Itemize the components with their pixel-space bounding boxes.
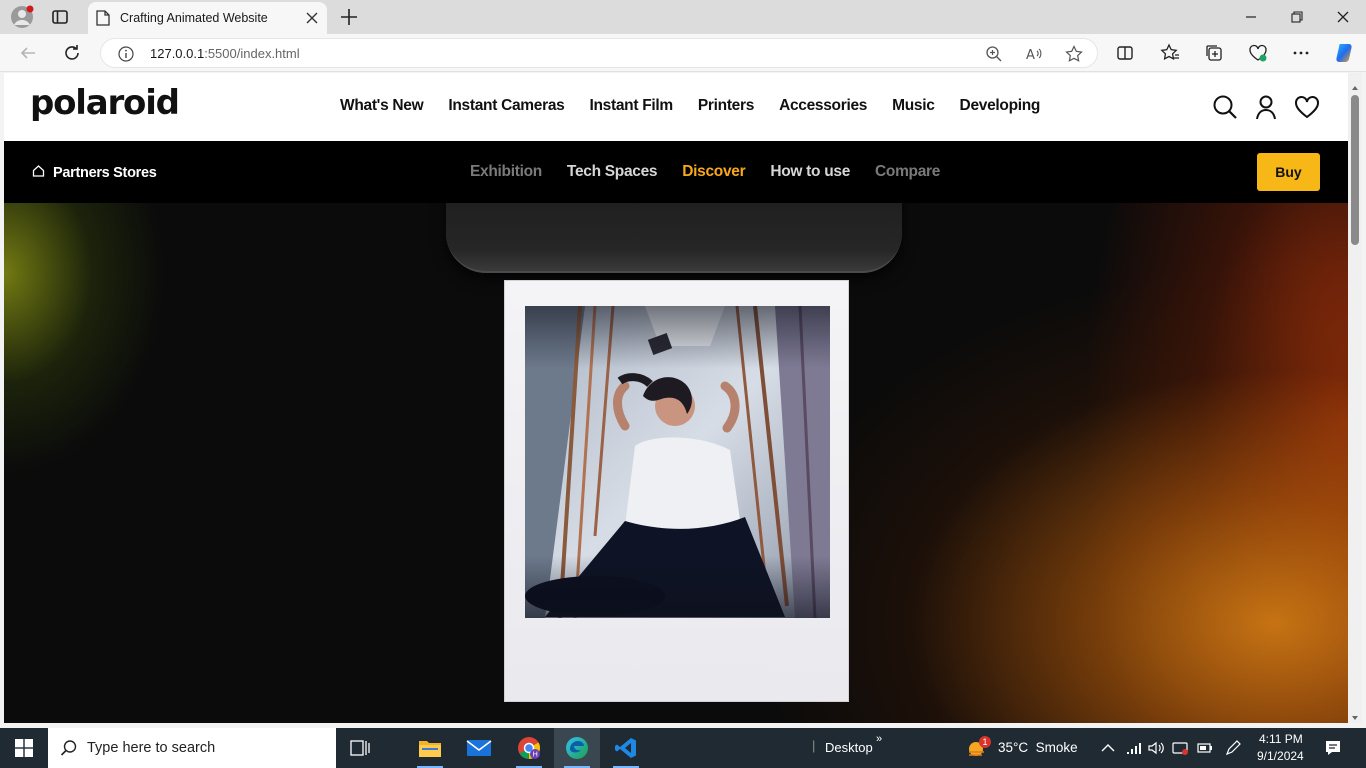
page-viewport: polaroid What's New Instant Cameras Inst… <box>4 73 1348 723</box>
taskbar-search-placeholder: Type here to search <box>87 740 216 756</box>
meet-now-icon[interactable] <box>1171 739 1189 757</box>
site-logo[interactable]: polaroid <box>30 83 180 123</box>
sub-nav-bar: Partners Stores Exhibition Tech Spaces D… <box>4 141 1348 203</box>
url-text[interactable]: 127.0.0.1:5500/index.html <box>150 46 300 61</box>
browser-tab-strip: Crafting Animated Website <box>0 0 1366 34</box>
url-host: 127.0.0.1 <box>150 46 205 61</box>
svg-text:A: A <box>1026 48 1035 63</box>
notifications-icon[interactable] <box>1324 739 1342 757</box>
back-icon[interactable] <box>17 42 39 64</box>
active-tab[interactable]: Crafting Animated Website <box>88 2 327 34</box>
svg-text:H: H <box>533 751 538 759</box>
home-icon <box>32 164 45 181</box>
subnav-compare[interactable]: Compare <box>875 163 940 181</box>
chevron-up-icon[interactable] <box>1099 739 1117 757</box>
chrome-icon[interactable]: H <box>506 728 552 768</box>
buy-button[interactable]: Buy <box>1257 153 1320 191</box>
browser-essentials-icon[interactable] <box>1248 43 1268 63</box>
weather-text[interactable]: 35°C Smoke <box>998 740 1078 755</box>
start-windows-icon[interactable] <box>0 728 48 768</box>
favorite-star-icon[interactable] <box>1065 45 1083 63</box>
subnav-exhibition[interactable]: Exhibition <box>470 163 542 181</box>
minimize-icon[interactable] <box>1228 0 1274 34</box>
close-tab-icon[interactable] <box>305 11 319 25</box>
task-view-icon[interactable] <box>337 728 383 768</box>
favorites-icon[interactable] <box>1160 43 1180 63</box>
browser-toolbar: 127.0.0.1:5500/index.html A <box>0 34 1366 72</box>
polaroid-print <box>504 280 849 702</box>
url-path: :5500/index.html <box>204 46 300 61</box>
camera-bottom-edge <box>446 203 902 273</box>
refresh-icon[interactable] <box>61 42 83 64</box>
site-header: polaroid What's New Instant Cameras Inst… <box>4 73 1348 141</box>
desktop-toolbar-label[interactable]: Desktop <box>825 740 873 755</box>
volume-icon[interactable] <box>1147 739 1165 757</box>
new-tab-icon[interactable] <box>338 6 360 28</box>
edge-icon[interactable] <box>554 728 600 768</box>
site-info-icon[interactable] <box>118 46 134 62</box>
nav-music[interactable]: Music <box>892 97 935 115</box>
address-bar[interactable]: 127.0.0.1:5500/index.html A <box>100 38 1098 68</box>
profile-avatar-icon[interactable] <box>10 5 34 29</box>
scroll-down-arrow-icon[interactable] <box>1351 709 1359 720</box>
nav-developing[interactable]: Developing <box>960 97 1041 115</box>
search-icon <box>60 739 78 757</box>
taskbar-search-box[interactable]: Type here to search <box>48 728 336 768</box>
battery-icon[interactable] <box>1196 739 1214 757</box>
zoom-icon[interactable] <box>985 45 1003 63</box>
nav-printers[interactable]: Printers <box>698 97 754 115</box>
tab-title: Crafting Animated Website <box>120 11 268 25</box>
file-explorer-icon[interactable] <box>407 728 453 768</box>
close-window-icon[interactable] <box>1320 0 1366 34</box>
restore-icon[interactable] <box>1274 0 1320 34</box>
clock-time[interactable]: 4:11 PM <box>1259 732 1303 746</box>
nav-whats-new[interactable]: What's New <box>340 97 424 115</box>
subnav-tech-spaces[interactable]: Tech Spaces <box>567 163 658 181</box>
account-icon[interactable] <box>1253 94 1279 120</box>
wishlist-heart-icon[interactable] <box>1294 94 1320 120</box>
clock-date[interactable]: 9/1/2024 <box>1257 749 1304 763</box>
nav-instant-cameras[interactable]: Instant Cameras <box>448 97 564 115</box>
toolbar-expand-chevron-icon[interactable]: » <box>876 733 882 745</box>
partners-stores-label: Partners Stores <box>53 164 157 181</box>
subnav-how-to-use[interactable]: How to use <box>770 163 850 181</box>
main-nav: What's New Instant Cameras Instant Film … <box>340 97 1065 115</box>
network-icon[interactable] <box>1125 739 1143 757</box>
copilot-icon[interactable] <box>1333 41 1357 65</box>
nav-instant-film[interactable]: Instant Film <box>589 97 673 115</box>
page-icon <box>96 10 110 26</box>
scrollbar-thumb[interactable] <box>1351 95 1359 245</box>
more-options-icon[interactable] <box>1291 43 1311 63</box>
read-aloud-icon[interactable]: A <box>1025 45 1043 63</box>
nav-accessories[interactable]: Accessories <box>779 97 867 115</box>
partners-stores-link[interactable]: Partners Stores <box>32 164 157 181</box>
subnav-discover[interactable]: Discover <box>682 163 745 181</box>
mail-icon[interactable] <box>456 728 502 768</box>
split-screen-icon[interactable] <box>1115 43 1135 63</box>
divider: | <box>812 738 816 753</box>
sub-nav-links: Exhibition Tech Spaces Discover How to u… <box>470 163 965 181</box>
search-icon[interactable] <box>1212 94 1238 120</box>
pen-icon[interactable] <box>1224 739 1242 757</box>
tab-actions-icon[interactable] <box>50 7 70 27</box>
page-scrollbar[interactable] <box>1348 73 1362 723</box>
polaroid-photo <box>525 306 830 618</box>
collections-icon[interactable] <box>1204 43 1224 63</box>
hero-section <box>4 203 1348 723</box>
windows-taskbar: Type here to search H | Desktop » 1 35°C… <box>0 728 1366 768</box>
scroll-up-arrow-icon[interactable] <box>1351 79 1359 90</box>
vscode-icon[interactable] <box>603 728 649 768</box>
weather-badge: 1 <box>979 736 991 748</box>
